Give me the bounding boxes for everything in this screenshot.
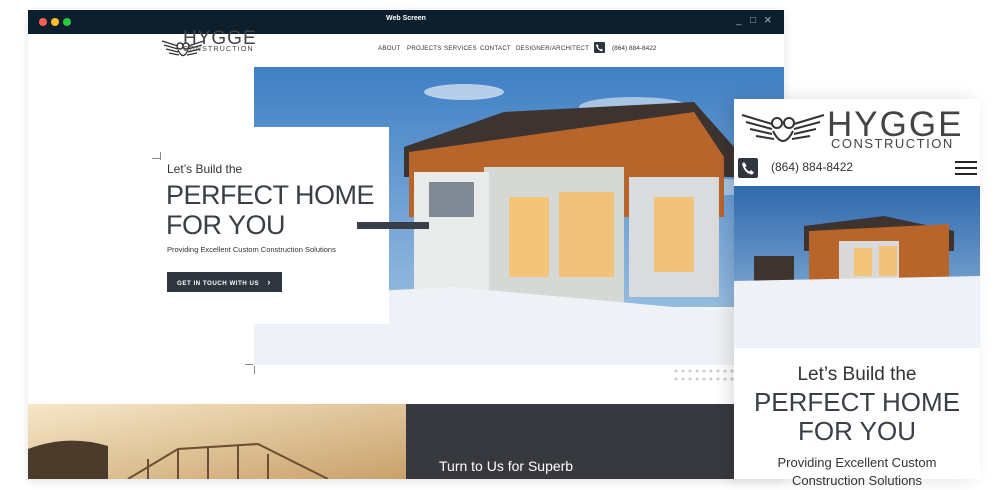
owl-logo-icon[interactable] <box>740 109 826 151</box>
hero-headline: PERFECT HOME FOR YOU <box>166 180 375 240</box>
hero-subtitle: Providing Excellent Custom Construction … <box>167 245 336 254</box>
hero-headline-line2: FOR YOU <box>166 210 286 240</box>
corner-mark <box>245 364 253 365</box>
window-title: Web Screen <box>386 15 426 22</box>
hero-tagline: Let’s Build the <box>167 162 243 176</box>
services-heading: Turn to Us for Superb <box>439 458 574 474</box>
mobile-hero-subtitle-line1: Providing Excellent Custom <box>777 455 937 470</box>
phone-number[interactable]: (864) 884-8422 <box>612 45 656 52</box>
mobile-hero-subtitle: Providing Excellent Custom Construction … <box>734 454 980 490</box>
hero-headline-line1: PERFECT HOME <box>166 180 375 210</box>
mobile-brand-subtitle: CONSTRUCTION <box>831 136 954 151</box>
nav-contact[interactable]: CONTACT <box>480 45 511 52</box>
mobile-hero-image <box>734 186 980 348</box>
mobile-phone-icon[interactable] <box>738 158 758 178</box>
maximize-icon[interactable]: □ <box>750 14 756 28</box>
nav-services[interactable]: SERVICES <box>444 45 477 52</box>
mobile-phone-number[interactable]: (864) 884-8422 <box>771 160 853 174</box>
chevron-right-icon: › <box>267 277 271 287</box>
mobile-hero-headline-line1: PERFECT HOME <box>753 387 961 417</box>
mobile-hero-subtitle-line2: Construction Solutions <box>791 473 923 488</box>
brand-subtitle: CONSTRUCTION <box>183 46 254 53</box>
nav-about[interactable]: ABOUT <box>378 45 400 52</box>
mobile-hero-headline: PERFECT HOME FOR YOU <box>734 388 980 446</box>
title-bar <box>28 10 784 34</box>
nav-designer-architect[interactable]: DESIGNER/ARCHITECT <box>516 45 589 52</box>
corner-mark <box>152 158 160 159</box>
dot-pattern-icon <box>673 368 735 384</box>
get-in-touch-button[interactable]: GET IN TOUCH WITH US › <box>167 272 282 292</box>
construction-photo <box>28 404 406 479</box>
phone-icon[interactable] <box>594 42 605 53</box>
corner-mark <box>254 366 255 374</box>
get-in-touch-label: GET IN TOUCH WITH US <box>177 280 260 287</box>
hamburger-menu-icon[interactable] <box>955 161 977 175</box>
nav-projects[interactable]: PROJECTS <box>407 45 442 52</box>
minimize-icon[interactable]: _ <box>736 14 742 28</box>
mobile-hero-headline-line2: FOR YOU <box>798 416 916 446</box>
accent-bar <box>357 222 429 229</box>
corner-mark <box>160 152 161 160</box>
close-icon[interactable]: × <box>764 13 772 26</box>
mobile-hero-tagline: Let’s Build the <box>797 364 917 385</box>
